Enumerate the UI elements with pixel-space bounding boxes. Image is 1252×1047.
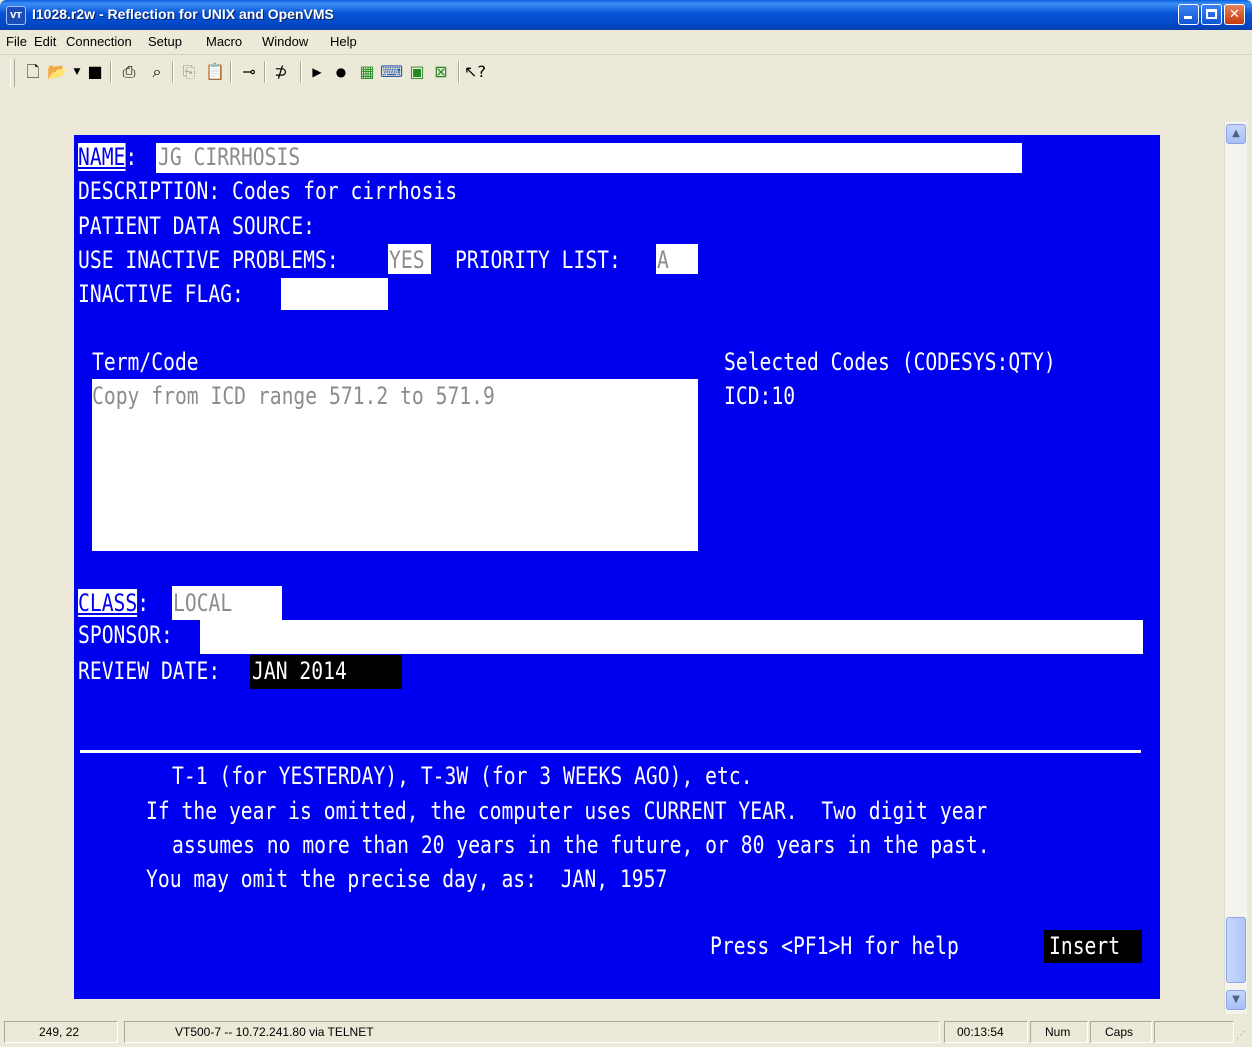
title-bar[interactable]: VT I1028.r2w - Reflection for UNIX and O… (0, 0, 1252, 30)
patient-data-source-line: PATIENT DATA SOURCE: (78, 212, 315, 240)
cursor-position: 249, 22 (4, 1021, 118, 1043)
selected-codes-value: ICD:10 (724, 382, 796, 410)
menu-setup[interactable]: Setup (148, 34, 182, 49)
menu-connection[interactable]: Connection (66, 34, 132, 49)
play-macro-icon[interactable]: ▶ (306, 61, 328, 83)
save-icon[interactable]: ■ (84, 61, 106, 83)
open-icon[interactable]: 📂 (46, 61, 68, 83)
term-code-value[interactable]: Copy from ICD range 571.2 to 571.9 (92, 382, 495, 410)
sponsor-label: SPONSOR: (78, 621, 173, 649)
menu-window[interactable]: Window (262, 34, 308, 49)
menu-edit[interactable]: Edit (34, 34, 56, 49)
toolbar-separator (230, 61, 232, 83)
inactive-flag-label: INACTIVE FLAG: (78, 280, 244, 308)
menu-help[interactable]: Help (330, 34, 357, 49)
close-icon: ✕ (1229, 7, 1240, 22)
find-icon[interactable]: ⌕ (146, 61, 168, 83)
class-value[interactable]: LOCAL (173, 589, 232, 617)
menu-file[interactable]: File (6, 34, 27, 49)
priority-list-label: PRIORITY LIST: (455, 246, 621, 274)
selected-codes-header: Selected Codes (CODESYS:QTY) (724, 348, 1056, 376)
description-line: DESCRIPTION: Codes for cirrhosis (78, 177, 458, 205)
caps-lock-indicator: Caps (1090, 1021, 1152, 1043)
class-field-label: CLASS: (78, 589, 150, 617)
insert-mode-indicator: Insert (1049, 932, 1121, 960)
new-icon[interactable]: 🗋 (22, 61, 44, 83)
setup-terminal-icon[interactable]: ▣ (406, 61, 428, 83)
toolbar-separator (264, 61, 266, 83)
use-inactive-label: USE INACTIVE PROBLEMS: (78, 246, 339, 274)
scroll-up-button[interactable]: ▲ (1226, 124, 1246, 144)
name-value[interactable]: JG CIRRHOSIS (158, 143, 300, 171)
menu-bar: File Edit Connection Setup Macro Window … (0, 30, 1252, 55)
setup-keyboard-icon[interactable]: ⌨ (380, 61, 403, 83)
menu-macro[interactable]: Macro (206, 34, 242, 49)
name-field-label: NAME: (78, 143, 138, 171)
close-button[interactable]: ✕ (1224, 4, 1245, 25)
term-code-header: Term/Code (92, 348, 199, 376)
use-inactive-value[interactable]: YES (389, 246, 425, 274)
priority-list-value[interactable]: A (657, 246, 669, 274)
maximize-icon (1206, 9, 1217, 19)
maximize-button[interactable] (1201, 4, 1222, 25)
chevron-up-icon: ▲ (1232, 128, 1240, 139)
status-bar: 249, 22 VT500-7 -- 10.72.241.80 via TELN… (0, 1016, 1252, 1047)
toolbar-separator (172, 61, 174, 83)
record-macro-icon[interactable]: ● (330, 61, 352, 83)
resize-grip-icon[interactable]: ⋰ (1236, 1030, 1246, 1041)
disconnect-icon[interactable]: ⊅ (270, 61, 292, 83)
connect-icon[interactable]: ⊸ (238, 61, 260, 83)
num-lock-indicator: Num (1030, 1021, 1088, 1043)
paste-icon[interactable]: 📋 (204, 61, 226, 83)
connection-status: VT500-7 -- 10.72.241.80 via TELNET (124, 1021, 940, 1043)
sponsor-field[interactable] (200, 620, 1143, 654)
minimize-icon (1184, 16, 1192, 19)
setup-display-icon[interactable]: ▦ (356, 61, 378, 83)
toolbar: 🗋 📂 ▼ ■ ⎙ ⌕ ⎘ 📋 ⊸ ⊅ ▶ ● ▦ ⌨ ▣ ⊠ ↖? (0, 55, 1252, 120)
elapsed-time: 00:13:54 (944, 1021, 1028, 1043)
scroll-thumb[interactable] (1226, 917, 1246, 983)
help-line-4: You may omit the precise day, as: JAN, 1… (146, 865, 668, 893)
app-icon[interactable]: VT (6, 6, 26, 25)
status-panel-empty (1154, 1021, 1234, 1043)
toolbar-grip[interactable] (10, 59, 15, 87)
terminal-screen[interactable]: NAME: JG CIRRHOSIS DESCRIPTION: Codes fo… (74, 135, 1160, 999)
toolbar-separator (110, 61, 112, 83)
setup-hosts-icon[interactable]: ⊠ (430, 61, 452, 83)
window-title: I1028.r2w - Reflection for UNIX and Open… (32, 6, 334, 22)
help-line-2: If the year is omitted, the computer use… (146, 797, 988, 825)
inactive-flag-field[interactable] (281, 278, 388, 310)
toolbar-separator (300, 61, 302, 83)
help-line-1: T-1 (for YESTERDAY), T-3W (for 3 WEEKS A… (172, 762, 753, 790)
toolbar-separator (458, 61, 460, 83)
copy-icon[interactable]: ⎘ (178, 61, 200, 83)
help-hint: Press <PF1>H for help (710, 932, 959, 960)
help-pointer-icon[interactable]: ↖? (464, 61, 486, 83)
print-icon[interactable]: ⎙ (118, 61, 140, 83)
vertical-scrollbar[interactable]: ▲ ▼ (1224, 122, 1247, 1014)
divider-line (80, 750, 1141, 753)
chevron-down-icon: ▼ (1232, 994, 1240, 1005)
scroll-down-button[interactable]: ▼ (1226, 990, 1246, 1010)
review-date-label: REVIEW DATE: (78, 657, 221, 685)
minimize-button[interactable] (1178, 4, 1199, 25)
review-date-value[interactable]: JAN 2014 (252, 657, 347, 685)
help-line-3: assumes no more than 20 years in the fut… (172, 831, 990, 859)
